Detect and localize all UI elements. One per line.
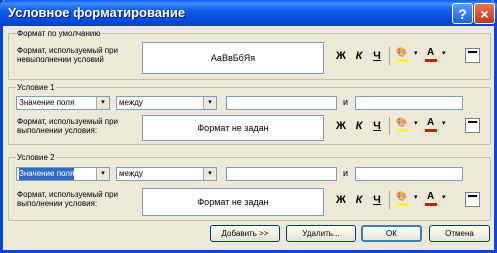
condition2-font-color-dropdown-icon: ▾ xyxy=(442,194,446,201)
condition2-separator xyxy=(389,191,390,209)
condition2-fill-dropdown-icon: ▾ xyxy=(414,194,418,201)
condition1-fill-swatch xyxy=(397,129,409,132)
condition1-font-color-button[interactable]: A ▾ xyxy=(424,117,450,133)
condition2-desc-line1: Формат, используемый при xyxy=(17,190,119,199)
condition2-and-label: и xyxy=(343,168,349,178)
condition1-field-type-select[interactable]: Значение поля ▾ xyxy=(16,96,110,110)
condition1-underline-button[interactable]: Ч xyxy=(370,119,384,133)
default-font-color-icon: A xyxy=(427,47,435,58)
condition1-and-label: и xyxy=(343,97,349,107)
default-underline-button[interactable]: Ч xyxy=(370,49,384,63)
condition2-value2-input[interactable] xyxy=(355,167,463,181)
default-fill-swatch xyxy=(397,59,409,62)
condition1-italic-button[interactable]: К xyxy=(352,119,366,133)
default-format-preview: АаВвБбЯя xyxy=(142,42,324,74)
default-format-description: Формат, используемый при невыполнении ус… xyxy=(17,46,118,64)
help-button[interactable]: ? xyxy=(452,3,473,24)
condition2-value1-input[interactable] xyxy=(226,167,337,181)
condition1-fill-dropdown-icon: ▾ xyxy=(414,120,418,127)
add-button[interactable]: Добавить >> xyxy=(210,225,280,242)
condition2-label: Условие 2 xyxy=(16,153,56,162)
default-bold-button[interactable]: Ж xyxy=(334,49,348,63)
condition1-operator-value: между xyxy=(119,98,143,107)
condition2-description: Формат, используемый при выполнении усло… xyxy=(17,190,118,208)
condition2-operator-value: между xyxy=(119,169,143,178)
close-button[interactable]: × xyxy=(474,3,495,24)
condition2-underline-button[interactable]: Ч xyxy=(370,193,384,207)
chevron-down-icon: ▾ xyxy=(203,97,216,109)
default-paint-bucket-icon: 🎨 xyxy=(396,47,408,57)
condition1-border-button[interactable] xyxy=(465,118,480,133)
chevron-down-icon: ▾ xyxy=(96,168,109,180)
condition2-fill-swatch xyxy=(397,203,409,206)
default-font-color-dropdown-icon: ▾ xyxy=(442,50,446,57)
default-font-color-swatch xyxy=(425,59,437,62)
cancel-button[interactable]: Отмена xyxy=(429,225,490,242)
condition1-separator xyxy=(389,117,390,135)
condition1-paint-bucket-icon: 🎨 xyxy=(396,117,408,127)
condition2-border-button[interactable] xyxy=(465,192,480,207)
condition2-format-preview: Формат не задан xyxy=(142,188,324,216)
default-border-button[interactable] xyxy=(465,48,480,63)
condition1-description: Формат, используемый при выполнении усло… xyxy=(17,117,118,135)
default-fill-dropdown-icon: ▾ xyxy=(414,50,418,57)
title-bar[interactable]: Условное форматирование ? × xyxy=(0,0,497,26)
condition2-operator-select[interactable]: между ▾ xyxy=(116,167,217,181)
condition1-format-preview: Формат не задан xyxy=(142,115,324,141)
default-fill-color-button[interactable]: 🎨 ▾ xyxy=(396,47,422,63)
condition1-value2-input[interactable] xyxy=(355,96,463,110)
ok-button[interactable]: ОК xyxy=(361,225,422,242)
default-format-group: Формат по умолчанию Формат, используемый… xyxy=(8,29,491,80)
window-title: Условное форматирование xyxy=(8,5,186,20)
condition1-desc-line2: выполнении условия: xyxy=(17,126,98,135)
condition1-bold-button[interactable]: Ж xyxy=(334,119,348,133)
condition1-font-color-dropdown-icon: ▾ xyxy=(442,120,446,127)
condition1-desc-line1: Формат, используемый при xyxy=(17,117,119,126)
chevron-down-icon: ▾ xyxy=(203,168,216,180)
condition2-paint-bucket-icon: 🎨 xyxy=(396,191,408,201)
default-font-color-button[interactable]: A ▾ xyxy=(424,47,450,63)
condition2-font-color-swatch xyxy=(425,203,437,206)
condition2-field-type-select[interactable]: Значение поля ▾ xyxy=(16,167,110,181)
condition2-bold-button[interactable]: Ж xyxy=(334,193,348,207)
delete-button[interactable]: Удалить... xyxy=(286,225,356,242)
condition1-group: Условие 1 Значение поля ▾ между ▾ и Форм… xyxy=(8,83,491,145)
condition1-label: Условие 1 xyxy=(16,83,56,92)
condition1-value1-input[interactable] xyxy=(226,96,337,110)
condition1-operator-select[interactable]: между ▾ xyxy=(116,96,217,110)
default-desc-line2: невыполнении условий xyxy=(17,55,104,64)
default-format-label: Формат по умолчанию xyxy=(16,29,102,38)
default-italic-button[interactable]: К xyxy=(352,49,366,63)
condition2-italic-button[interactable]: К xyxy=(352,193,366,207)
condition2-group: Условие 2 Значение поля ▾ между ▾ и Форм… xyxy=(8,153,491,221)
conditional-formatting-dialog: Условное форматирование ? × Формат по ум… xyxy=(0,0,497,253)
condition1-field-type-value: Значение поля xyxy=(19,98,75,107)
condition2-field-type-value: Значение поля xyxy=(19,168,75,180)
condition1-font-color-icon: A xyxy=(427,117,435,128)
condition2-fill-color-button[interactable]: 🎨 ▾ xyxy=(396,191,422,207)
default-separator xyxy=(389,47,390,65)
condition2-font-color-icon: A xyxy=(427,191,435,202)
chevron-down-icon: ▾ xyxy=(96,97,109,109)
condition1-font-color-swatch xyxy=(425,129,437,132)
condition2-desc-line2: выполнении условия: xyxy=(17,199,98,208)
condition1-fill-color-button[interactable]: 🎨 ▾ xyxy=(396,117,422,133)
condition2-font-color-button[interactable]: A ▾ xyxy=(424,191,450,207)
default-desc-line1: Формат, используемый при xyxy=(17,46,119,55)
